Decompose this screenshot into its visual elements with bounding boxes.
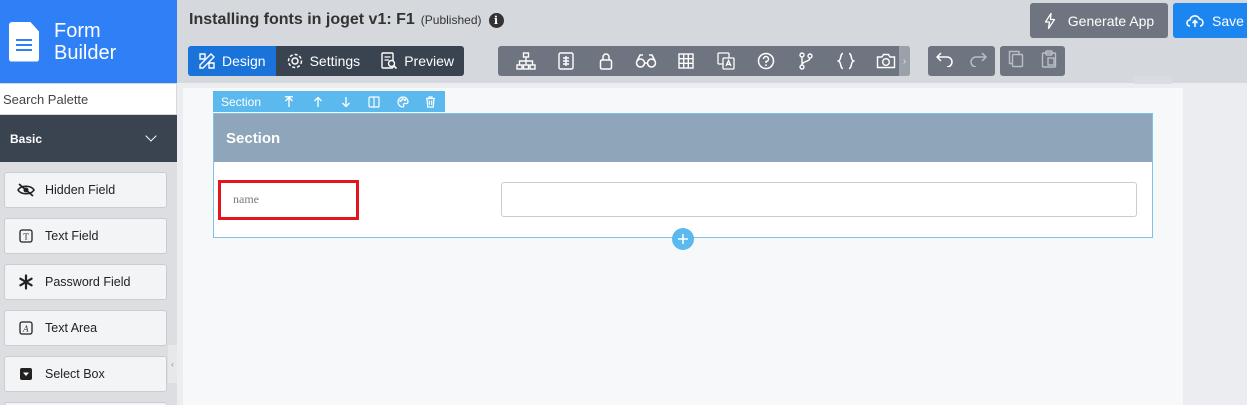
move-up-icon[interactable] (303, 91, 331, 112)
section-toolbar: Section (213, 91, 445, 112)
columns-icon[interactable] (360, 91, 388, 112)
trash-icon[interactable] (417, 91, 445, 112)
paste-icon[interactable] (1041, 49, 1057, 73)
asterisk-icon (17, 273, 35, 291)
chevron-down-icon (145, 130, 157, 142)
form-section[interactable]: Section name (213, 113, 1153, 238)
palette-item-label: Text Field (45, 229, 99, 243)
publish-status: (Published) (420, 13, 482, 27)
tools-toolbar: › (498, 46, 910, 76)
category-basic[interactable]: Basic (0, 115, 177, 162)
undo-redo-group (928, 46, 995, 76)
field-label-name[interactable]: name (218, 180, 359, 220)
tree-icon[interactable] (506, 46, 546, 76)
binoculars-icon[interactable] (626, 46, 666, 76)
design-icon (199, 53, 215, 69)
form-builder-logo-icon (9, 21, 39, 62)
save-button[interactable]: Save (1173, 3, 1247, 38)
sidebar-collapse-handle[interactable]: ‹ (168, 345, 177, 383)
copy-icon[interactable] (1008, 50, 1024, 73)
generate-app-button[interactable]: Generate App (1030, 3, 1168, 38)
app-brand: Form Builder (0, 0, 177, 83)
mode-tabs: Design Settings Preview (188, 46, 464, 76)
branch-icon[interactable] (786, 46, 826, 76)
cloud-upload-icon (1186, 15, 1204, 27)
translate-icon[interactable] (706, 46, 746, 76)
chevron-right-icon[interactable]: › (899, 46, 910, 76)
palette-item-label: Password Field (45, 275, 131, 289)
palette-icon[interactable] (388, 91, 416, 112)
canvas-scroll-strip (1134, 76, 1172, 84)
copy-paste-group (1000, 46, 1065, 76)
tab-preview[interactable]: Preview (370, 46, 464, 76)
palette-item-label: Hidden Field (45, 183, 116, 197)
palette-item-hidden-field[interactable]: Hidden Field (4, 172, 167, 208)
eye-slash-icon (17, 181, 35, 199)
palette-item-text-field[interactable]: T Text Field (4, 218, 167, 254)
tab-settings[interactable]: Settings (275, 46, 371, 76)
lightning-icon (1044, 12, 1055, 29)
svg-text:T: T (23, 233, 29, 242)
lock-icon[interactable] (586, 46, 626, 76)
move-top-icon[interactable] (275, 91, 303, 112)
list-icon[interactable] (546, 46, 586, 76)
section-title: Section (214, 114, 1152, 162)
tab-design[interactable]: Design (188, 46, 276, 76)
add-section-button[interactable] (672, 228, 694, 250)
code-icon[interactable] (826, 46, 866, 76)
section-toolbar-label: Section (221, 94, 262, 109)
text-field-icon: T (17, 227, 35, 245)
info-icon[interactable]: i (488, 12, 504, 28)
plus-icon (678, 234, 688, 244)
undo-icon[interactable] (935, 51, 955, 72)
text-area-icon: A (17, 319, 35, 337)
gear-icon (287, 53, 302, 69)
palette-item-label: Text Area (45, 321, 98, 335)
preview-icon (381, 52, 398, 70)
palette-item-select-box[interactable]: Select Box (4, 356, 167, 392)
header-bar: Installing fonts in joget v1: F1 (Publis… (177, 0, 1247, 83)
palette-item-label: Select Box (45, 367, 105, 381)
svg-text:A: A (22, 325, 29, 334)
palette-sidebar: Basic Hidden Field T Text Field Password… (0, 115, 177, 405)
redo-icon[interactable] (968, 51, 988, 72)
grid-icon[interactable] (666, 46, 706, 76)
category-label: Basic (10, 131, 43, 146)
name-text-field[interactable] (501, 182, 1137, 217)
move-down-icon[interactable] (332, 91, 360, 112)
help-icon[interactable] (746, 46, 786, 76)
search-palette-input[interactable]: Search Palette (0, 83, 177, 115)
app-title: Form Builder (54, 19, 117, 64)
palette-item-password-field[interactable]: Password Field (4, 264, 167, 300)
palette-item-text-area[interactable]: A Text Area (4, 310, 167, 346)
form-title: Installing fonts in joget v1: F1 (Publis… (189, 11, 504, 29)
select-box-icon (17, 365, 35, 383)
